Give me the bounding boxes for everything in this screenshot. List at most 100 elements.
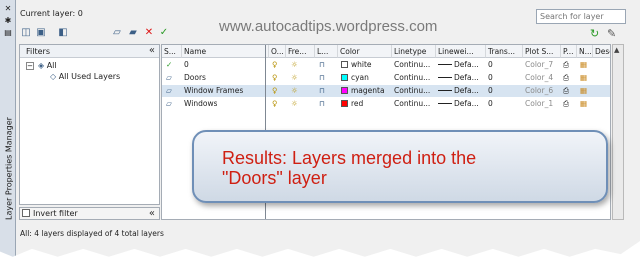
color-swatch bbox=[341, 87, 348, 94]
on-bulb-icon[interactable]: ♀ bbox=[272, 85, 278, 97]
color-cell[interactable]: white bbox=[341, 59, 372, 71]
on-bulb-icon[interactable]: ♀ bbox=[272, 98, 278, 110]
linetype-cell[interactable]: Continu... bbox=[394, 98, 430, 110]
new-group-filter-icon[interactable]: ▣ bbox=[35, 27, 47, 38]
tree-expander[interactable]: − bbox=[26, 62, 34, 70]
collapse-filters-button[interactable]: « bbox=[149, 44, 155, 57]
layer-row[interactable]: ▱ Doors ♀ ☼ ⊓ cyan Continu... Defa... 0 … bbox=[162, 72, 610, 84]
printer-icon[interactable]: ⎙ bbox=[563, 98, 569, 110]
layer-row-selected[interactable]: ▱ Window Frames ♀ ☼ ⊓ magenta Continu...… bbox=[162, 85, 610, 97]
linetype-cell[interactable]: Continu... bbox=[394, 72, 430, 84]
column-header-new-vp-freeze[interactable]: N... bbox=[577, 45, 593, 58]
column-header-plot-style[interactable]: Plot S... bbox=[523, 45, 561, 58]
lineweight-cell[interactable]: Defa... bbox=[438, 98, 479, 110]
callout-text: Results: Layers merged into the "Doors" … bbox=[222, 148, 476, 188]
lineweight-value: Defa... bbox=[454, 73, 479, 82]
column-header-name[interactable]: Name bbox=[182, 45, 269, 58]
thaw-sun-icon[interactable]: ☼ bbox=[291, 85, 298, 97]
linetype-cell[interactable]: Continu... bbox=[394, 85, 430, 97]
unlocked-padlock-icon[interactable]: ⊓ bbox=[319, 72, 325, 84]
lineweight-cell[interactable]: Defa... bbox=[438, 72, 479, 84]
layer-name[interactable]: Window Frames bbox=[184, 85, 243, 97]
transparency-cell[interactable]: 0 bbox=[488, 85, 493, 97]
layer-states-manager-icon[interactable]: ◧ bbox=[57, 27, 69, 38]
transparency-cell[interactable]: 0 bbox=[488, 98, 493, 110]
plot-style-cell: Color_7 bbox=[525, 60, 554, 69]
lineweight-value: Defa... bbox=[454, 86, 479, 95]
new-vp-freeze-icon[interactable]: ▦ bbox=[580, 72, 587, 84]
filter-icon: ◇ bbox=[50, 72, 57, 81]
thaw-sun-icon[interactable]: ☼ bbox=[291, 72, 298, 84]
filters-header: Filters « bbox=[20, 45, 159, 58]
new-vp-freeze-icon[interactable]: ▦ bbox=[580, 59, 587, 71]
filter-tree-all[interactable]: ◈ All bbox=[38, 61, 57, 70]
new-vp-freeze-icon[interactable]: ▦ bbox=[580, 85, 587, 97]
transparency-cell[interactable]: 0 bbox=[488, 72, 493, 84]
new-layer-icon[interactable]: ▱ bbox=[111, 27, 123, 38]
plot-style-cell: Color_4 bbox=[525, 73, 554, 82]
palette-title: Layer Properties Manager bbox=[4, 117, 14, 220]
filter-folder-icon: ◈ bbox=[38, 61, 45, 70]
printer-icon[interactable]: ⎙ bbox=[563, 59, 569, 71]
refresh-icon[interactable]: ↻ bbox=[590, 27, 602, 40]
filter-tree-used-layers[interactable]: ◇ All Used Layers bbox=[50, 72, 120, 81]
plot-style-cell: Color_1 bbox=[525, 99, 554, 108]
delete-layer-icon[interactable]: ✕ bbox=[143, 27, 155, 38]
transparency-cell[interactable]: 0 bbox=[488, 59, 493, 71]
color-cell[interactable]: cyan bbox=[341, 72, 369, 84]
lineweight-value: Defa... bbox=[454, 99, 479, 108]
filters-pane: Filters « − ◈ All ◇ All Used Layers bbox=[19, 44, 160, 205]
layer-row[interactable]: ✓ 0 ♀ ☼ ⊓ white Continu... Defa... 0 Col… bbox=[162, 59, 610, 71]
on-bulb-icon[interactable]: ♀ bbox=[272, 59, 278, 71]
column-header-on[interactable]: O... bbox=[269, 45, 286, 58]
pin-icon[interactable]: ✕ bbox=[2, 4, 14, 14]
filter-tree-all-label: All bbox=[46, 61, 57, 70]
layer-name[interactable]: Doors bbox=[184, 72, 206, 84]
lineweight-cell[interactable]: Defa... bbox=[438, 59, 479, 71]
thaw-sun-icon[interactable]: ☼ bbox=[291, 59, 298, 71]
linetype-cell[interactable]: Continu... bbox=[394, 59, 430, 71]
unlocked-padlock-icon[interactable]: ⊓ bbox=[319, 98, 325, 110]
column-header-plot[interactable]: P... bbox=[561, 45, 577, 58]
column-header-transparency[interactable]: Trans... bbox=[486, 45, 523, 58]
column-header-color[interactable]: Color bbox=[338, 45, 392, 58]
scroll-up-arrow-icon[interactable]: ▲ bbox=[614, 46, 619, 54]
invert-filter-checkbox[interactable] bbox=[22, 209, 30, 217]
search-input[interactable] bbox=[536, 9, 626, 24]
unlocked-padlock-icon[interactable]: ⊓ bbox=[319, 85, 325, 97]
settings-icon[interactable]: ✎ bbox=[607, 27, 621, 40]
current-layer-label: Current layer: 0 bbox=[20, 9, 83, 18]
color-cell[interactable]: magenta bbox=[341, 85, 385, 97]
new-vp-freeze-icon[interactable]: ▦ bbox=[580, 98, 587, 110]
palette-strip: ✕ ✱ ▤ Layer Properties Manager bbox=[0, 0, 16, 257]
lineweight-sample bbox=[438, 103, 452, 104]
on-bulb-icon[interactable]: ♀ bbox=[272, 72, 278, 84]
column-header-freeze[interactable]: Fre... bbox=[286, 45, 315, 58]
lineweight-cell[interactable]: Defa... bbox=[438, 85, 479, 97]
layer-name[interactable]: 0 bbox=[184, 59, 189, 71]
plot-style-cell: Color_6 bbox=[525, 86, 554, 95]
new-layer-vp-frozen-icon[interactable]: ▰ bbox=[127, 27, 139, 38]
set-current-icon[interactable]: ✓ bbox=[158, 27, 170, 38]
column-header-linetype[interactable]: Linetype bbox=[392, 45, 436, 58]
thaw-sun-icon[interactable]: ☼ bbox=[291, 98, 298, 110]
close-icon[interactable]: ✱ bbox=[2, 16, 14, 26]
invert-filter-row: Invert filter « bbox=[19, 207, 160, 220]
column-header-lock[interactable]: L... bbox=[315, 45, 338, 58]
printer-icon[interactable]: ⎙ bbox=[563, 72, 569, 84]
vertical-scrollbar[interactable]: ▲ bbox=[612, 44, 624, 220]
collapse-invert-button[interactable]: « bbox=[149, 208, 155, 219]
color-name: cyan bbox=[351, 73, 369, 82]
printer-icon[interactable]: ⎙ bbox=[563, 85, 569, 97]
color-cell[interactable]: red bbox=[341, 98, 363, 110]
column-header-lineweight[interactable]: Linewei... bbox=[436, 45, 486, 58]
color-name: red bbox=[351, 99, 364, 108]
layer-row[interactable]: ▱ Windows ♀ ☼ ⊓ red Continu... Defa... 0… bbox=[162, 98, 610, 110]
column-header-description[interactable]: Descri bbox=[593, 45, 610, 58]
unlocked-padlock-icon[interactable]: ⊓ bbox=[319, 59, 325, 71]
column-header-status[interactable]: S... bbox=[162, 45, 182, 58]
layer-name[interactable]: Windows bbox=[184, 98, 217, 110]
properties-icon[interactable]: ▤ bbox=[2, 28, 14, 38]
lineweight-sample bbox=[438, 90, 452, 91]
new-property-filter-icon[interactable]: ◫ bbox=[20, 27, 32, 38]
